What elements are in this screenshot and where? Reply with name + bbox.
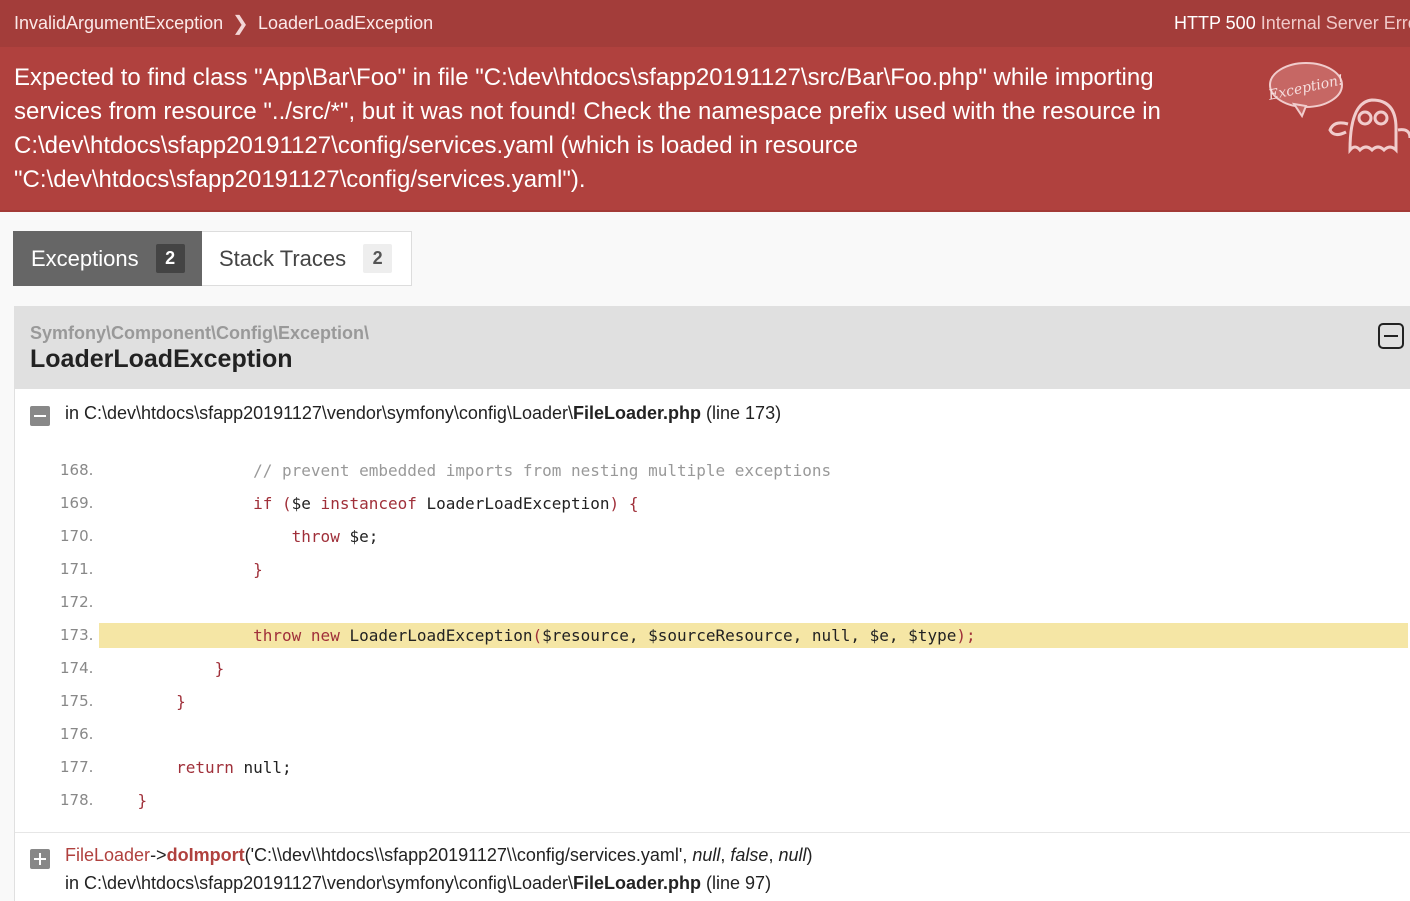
tab-stack-traces-label: Stack Traces <box>219 245 347 271</box>
trace-arrow: -> <box>150 845 167 865</box>
exception-panel: Symfony\Component\Config\Exception\ Load… <box>14 306 1410 901</box>
trace-divider <box>15 832 1410 833</box>
trace-file-location: in C:\dev\htdocs\sfapp20191127\vendor\sy… <box>65 403 781 424</box>
tab-exceptions-label: Exceptions <box>31 245 139 271</box>
code-class: LoaderLoadException <box>416 494 610 513</box>
code-punct: } <box>214 659 225 678</box>
tab-stack-traces[interactable]: Stack Traces 2 <box>202 231 412 286</box>
collapse-toggle-icon[interactable] <box>1378 323 1404 349</box>
trace-comma: , <box>768 845 779 865</box>
exception-message: Expected to find class "App\Bar\Foo" in … <box>14 64 1161 193</box>
code-line: 170. throw $e; <box>15 520 1410 553</box>
breadcrumb-item-invalid-argument[interactable]: InvalidArgumentException <box>14 13 223 34</box>
code-keyword: return <box>176 758 234 777</box>
code-line: 176. <box>15 718 1410 751</box>
code-snippet: 168. // prevent embedded imports from ne… <box>15 454 1410 817</box>
code-line: 171. } <box>15 553 1410 586</box>
trace-file-path: in C:\dev\htdocs\sfapp20191127\vendor\sy… <box>65 403 573 423</box>
code-line-highlighted: 173. throw new LoaderLoadException($reso… <box>15 619 1410 652</box>
code-var: $e <box>291 494 311 513</box>
chevron-right-icon: ❯ <box>232 13 249 35</box>
trace-class: FileLoader <box>65 845 151 865</box>
tab-bar: Exceptions 2 Stack Traces 2 <box>13 231 412 286</box>
code-punct: ); <box>956 626 976 645</box>
trace-function-call[interactable]: FileLoader->doImport('C:\\dev\\htdocs\\s… <box>65 845 812 866</box>
code-text: throw new LoaderLoadException($resource,… <box>99 623 1408 648</box>
code-keyword: throw new <box>253 626 340 645</box>
code-text: } <box>99 656 225 681</box>
exception-panel-header: Symfony\Component\Config\Exception\ Load… <box>15 307 1410 389</box>
trace-file-line: (line 173) <box>706 403 782 423</box>
code-line: 178. } <box>15 784 1410 817</box>
code-punct: ) { <box>609 494 639 513</box>
code-line: 175. } <box>15 685 1410 718</box>
trace-file-name: FileLoader.php <box>573 403 702 423</box>
code-text: } <box>99 557 263 582</box>
code-text: // prevent embedded imports from nesting… <box>99 458 831 483</box>
code-keyword: if <box>253 494 273 513</box>
code-text: return null; <box>99 755 292 780</box>
trace-args-close: ) <box>806 845 813 865</box>
code-line: 169. if ($e instanceof LoaderLoadExcepti… <box>15 487 1410 520</box>
code-rest: $e; <box>339 527 379 546</box>
trace-arg-null: null <box>692 845 721 865</box>
trace-arg-null: null <box>778 845 807 865</box>
trace-file-path: in C:\dev\htdocs\sfapp20191127\vendor\sy… <box>65 873 573 893</box>
top-bar: InvalidArgumentException ❯ LoaderLoadExc… <box>0 0 1410 47</box>
code-rest: null; <box>233 758 292 777</box>
tab-stack-traces-count: 2 <box>363 244 393 273</box>
exception-namespace: Symfony\Component\Config\Exception\ <box>30 323 370 343</box>
tab-exceptions[interactable]: Exceptions 2 <box>13 231 202 286</box>
code-punct: } <box>137 791 148 810</box>
code-punct: ( <box>272 494 292 513</box>
code-text: throw $e; <box>99 524 379 549</box>
code-args: $resource, $sourceResource, null, $e, $t… <box>542 626 957 645</box>
trace-args-open: ('C:\\dev\\htdocs\\sfapp20191127\\config… <box>244 845 693 865</box>
trace-file-location-2: in C:\dev\htdocs\sfapp20191127\vendor\sy… <box>65 873 771 894</box>
trace-file-line: (line 97) <box>706 873 772 893</box>
trace-function: doImport <box>166 845 245 865</box>
http-status: HTTP 500 Internal Server Error <box>1174 13 1410 34</box>
code-text: if ($e instanceof LoaderLoadException) { <box>99 491 638 516</box>
code-line: 174. } <box>15 652 1410 685</box>
trace-file-name: FileLoader.php <box>573 873 702 893</box>
collapse-trace-icon[interactable] <box>30 406 50 426</box>
code-text: } <box>99 689 186 714</box>
code-line: 172. <box>15 586 1410 619</box>
code-punct: } <box>176 692 186 711</box>
trace-comma: , <box>720 845 731 865</box>
trace-arg-false: false <box>730 845 769 865</box>
tab-exceptions-count: 2 <box>155 244 185 273</box>
line-number: 176. <box>60 725 94 743</box>
code-keyword: throw <box>291 527 340 546</box>
expand-trace-icon[interactable] <box>30 849 50 869</box>
exception-ghost-icon: Exception! <box>1266 62 1410 155</box>
line-number: 172. <box>60 593 94 611</box>
http-status-text: Internal Server Error <box>1260 13 1410 33</box>
breadcrumb-item-loader-load[interactable]: LoaderLoadException <box>258 13 433 34</box>
code-text: } <box>99 788 148 813</box>
code-line: 168. // prevent embedded imports from ne… <box>15 454 1410 487</box>
http-status-code: HTTP 500 <box>1174 13 1256 33</box>
code-class: LoaderLoadException <box>339 626 533 645</box>
code-line: 177. return null; <box>15 751 1410 784</box>
exception-class: LoaderLoadException <box>30 345 293 373</box>
code-keyword: instanceof <box>310 494 417 513</box>
code-comment: // prevent embedded imports from nesting… <box>253 461 832 480</box>
code-punct: ( <box>532 626 543 645</box>
exception-header: InvalidArgumentException ❯ LoaderLoadExc… <box>0 0 1410 212</box>
code-punct: } <box>253 560 263 579</box>
